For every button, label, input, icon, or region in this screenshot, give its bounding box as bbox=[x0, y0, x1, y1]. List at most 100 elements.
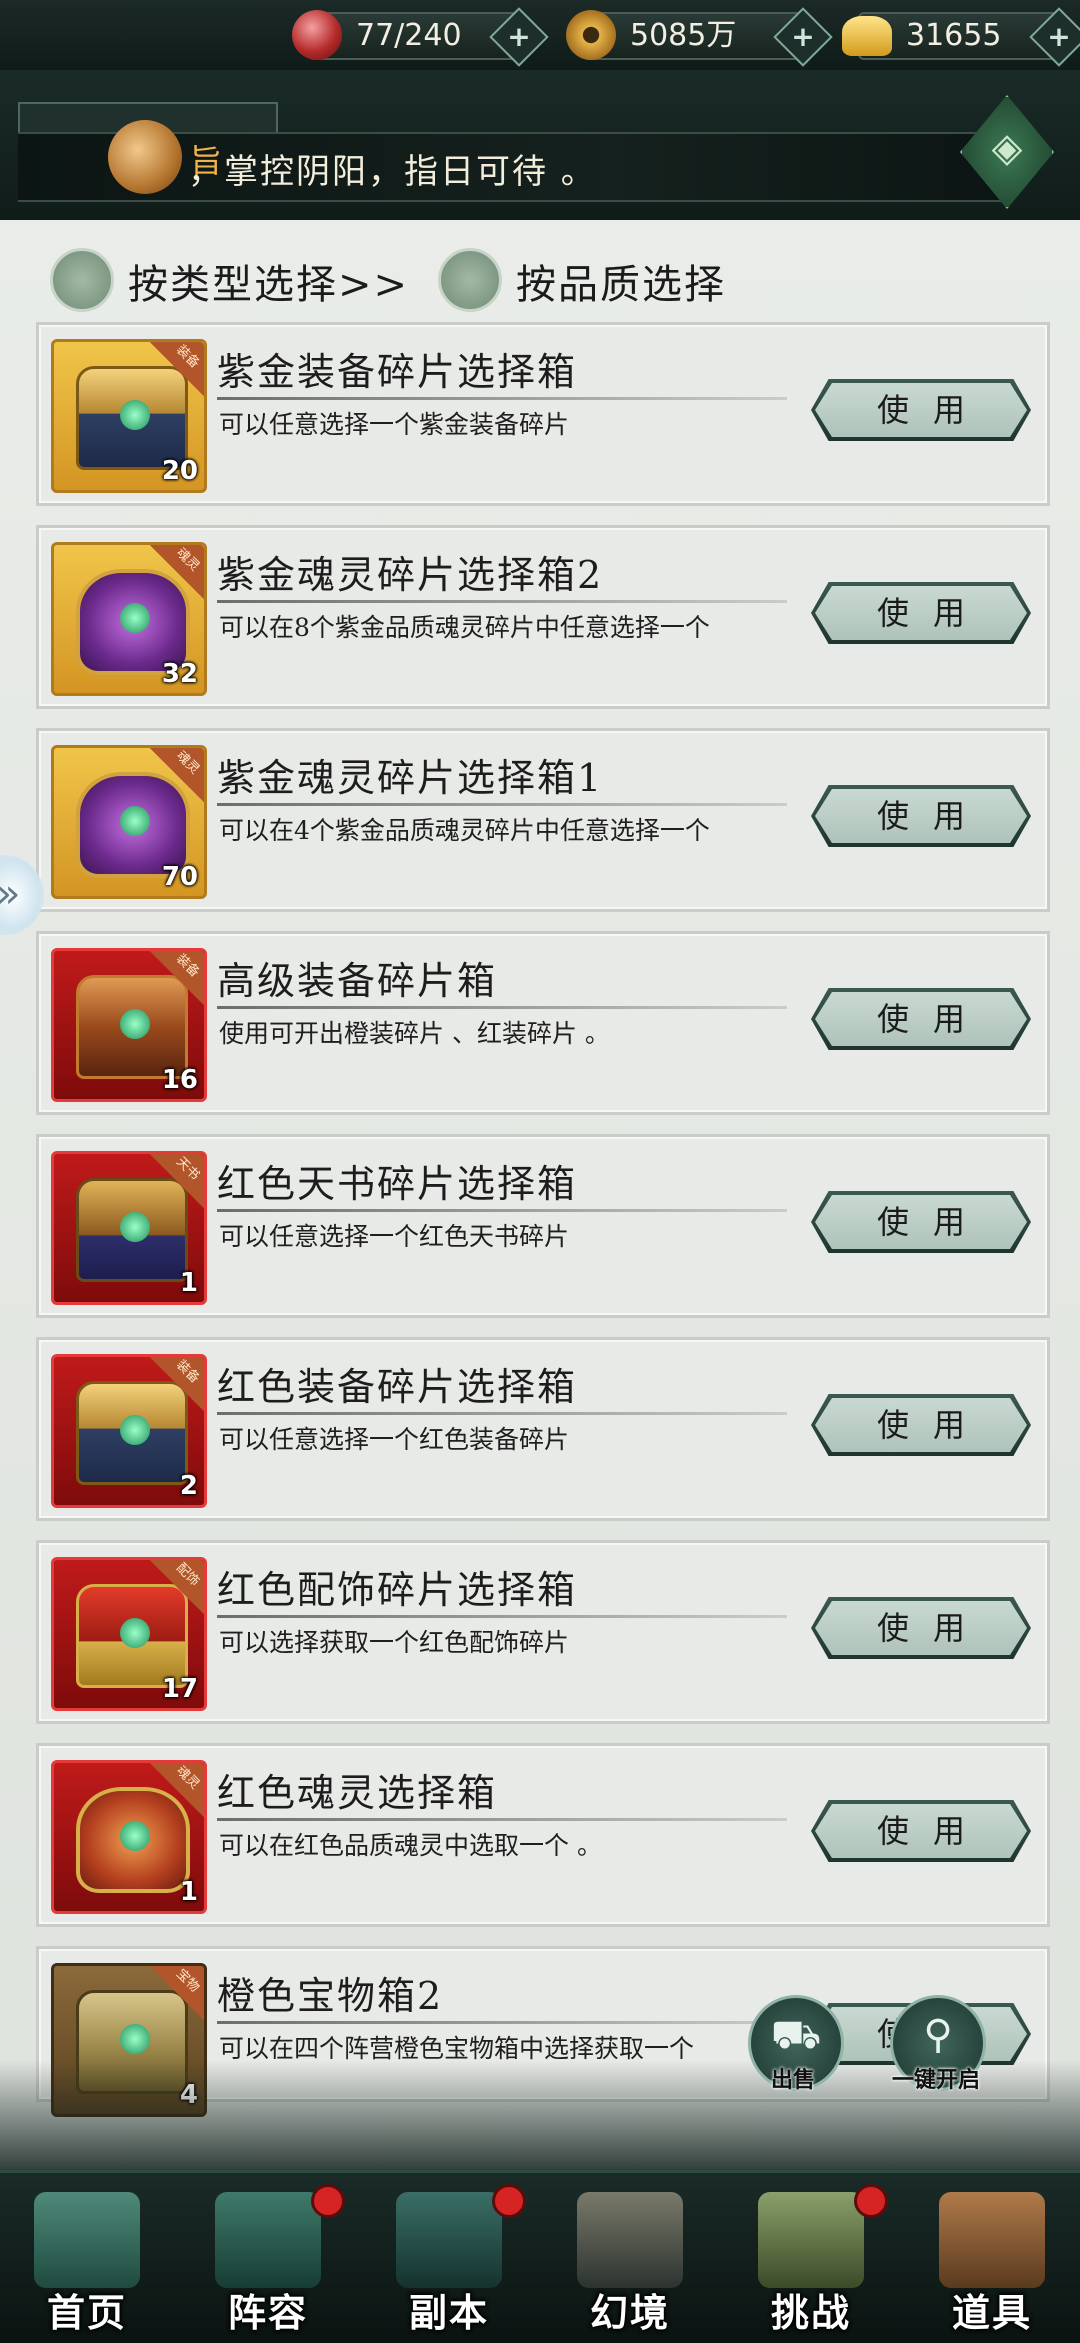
nav-item[interactable]: 副本 bbox=[374, 2170, 526, 2340]
category-tag-text: 装备 bbox=[173, 1357, 203, 1387]
nav-label: 幻境 bbox=[589, 2290, 670, 2335]
use-button-label: 使用 bbox=[876, 1000, 989, 1038]
nav-item[interactable]: 幻境 bbox=[555, 2170, 705, 2340]
plus-icon: + bbox=[507, 20, 531, 53]
item-row: 装备 20 紫金装备碎片选择箱 可以任意选择一个紫金装备碎片 使用 bbox=[36, 322, 1050, 506]
gem-icon bbox=[120, 1821, 150, 1851]
coin-resource: 5085万 + bbox=[566, 7, 833, 67]
item-name: 红色装备碎片选择箱 bbox=[217, 1365, 578, 1409]
use-button[interactable]: 使用 bbox=[811, 785, 1031, 847]
scroll-icon bbox=[215, 2192, 321, 2288]
stamina-resource: 77/240 + bbox=[292, 7, 549, 67]
notification-badge bbox=[311, 2184, 345, 2218]
marquee-text: ，掌控阴阳，指日可待 。 bbox=[188, 152, 597, 192]
nav-item[interactable]: 道具 bbox=[917, 2170, 1067, 2340]
add-stamina-button[interactable]: + bbox=[489, 7, 549, 67]
item-name: 高级装备碎片箱 bbox=[217, 959, 498, 1003]
add-coin-button[interactable]: + bbox=[773, 7, 833, 67]
use-button[interactable]: 使用 bbox=[811, 1597, 1031, 1659]
double-chevron-right-icon: » bbox=[0, 871, 20, 917]
nav-item[interactable]: 阵容 bbox=[193, 2170, 345, 2340]
divider bbox=[217, 803, 787, 806]
use-button[interactable]: 使用 bbox=[811, 1394, 1031, 1456]
ingot-value: 31655 bbox=[906, 18, 1002, 53]
coin-value: 5085万 bbox=[630, 18, 737, 53]
item-thumbnail[interactable]: 魂灵 32 bbox=[51, 542, 207, 696]
nav-label: 首页 bbox=[46, 2290, 127, 2335]
item-thumbnail[interactable]: 天书 1 bbox=[51, 1151, 207, 1305]
category-tag: 配饰 bbox=[150, 1560, 204, 1614]
magnifier-icon: ⚲ bbox=[923, 2012, 953, 2058]
use-button[interactable]: 使用 bbox=[811, 1800, 1031, 1862]
item-quantity: 20 bbox=[161, 456, 198, 486]
cart-icon: ⛟ bbox=[770, 2012, 822, 2058]
category-tag: 魂灵 bbox=[150, 545, 204, 599]
filter-by-type-label: 按类型选择>> bbox=[128, 262, 410, 308]
item-thumbnail[interactable]: 装备 20 bbox=[51, 339, 207, 493]
item-quantity: 2 bbox=[179, 1471, 198, 1501]
item-description: 可以任意选择一个红色装备碎片 bbox=[219, 1425, 570, 1454]
use-button[interactable]: 使用 bbox=[811, 1191, 1031, 1253]
notification-badge bbox=[854, 2184, 888, 2218]
use-button-label: 使用 bbox=[876, 1812, 989, 1850]
item-thumbnail[interactable]: 装备 2 bbox=[51, 1354, 207, 1508]
category-tag: 装备 bbox=[150, 951, 204, 1005]
category-tag: 魂灵 bbox=[150, 748, 204, 802]
horn-icon bbox=[108, 120, 182, 194]
pagoda-icon bbox=[34, 2192, 140, 2288]
item-thumbnail[interactable]: 魂灵 70 bbox=[51, 745, 207, 899]
item-description: 可以选择获取一个红色配饰碎片 bbox=[219, 1628, 570, 1657]
item-name: 红色配饰碎片选择箱 bbox=[217, 1568, 578, 1612]
filter-by-type[interactable]: 按类型选择>> bbox=[50, 238, 430, 318]
open-all-label: 一键开启 bbox=[891, 2068, 980, 2093]
filter-by-quality-label: 按品质选择 bbox=[516, 262, 726, 308]
item-description: 使用可开出橙装碎片 、红装碎片 。 bbox=[219, 1019, 610, 1048]
gem-icon bbox=[120, 400, 150, 430]
item-description: 可以在4个紫金品质魂灵碎片中任意选择一个 bbox=[219, 816, 710, 845]
bag-icon bbox=[939, 2192, 1045, 2288]
divider bbox=[217, 397, 787, 400]
resource-bar: 77/240 + 5085万 + 31655 + bbox=[0, 0, 1080, 70]
item-quantity: 70 bbox=[161, 862, 198, 892]
use-button-label: 使用 bbox=[876, 1406, 989, 1444]
use-button[interactable]: 使用 bbox=[811, 988, 1031, 1050]
category-tag-text: 宝物 bbox=[173, 1966, 203, 1996]
item-quantity: 1 bbox=[179, 1268, 198, 1298]
item-row: 配饰 17 红色配饰碎片选择箱可以选择获取一个红色配饰碎片 使用 bbox=[36, 1540, 1050, 1724]
item-thumbnail[interactable]: 装备 16 bbox=[51, 948, 207, 1102]
stamina-orb-icon bbox=[292, 10, 342, 60]
gem-icon bbox=[120, 2024, 150, 2054]
category-tag: 装备 bbox=[150, 1357, 204, 1411]
nav-item[interactable]: 挑战 bbox=[736, 2170, 888, 2340]
item-quantity: 1 bbox=[179, 1877, 198, 1907]
gem-icon bbox=[120, 1009, 150, 1039]
filter-by-quality[interactable]: 按品质选择 bbox=[438, 238, 758, 318]
category-tag: 魂灵 bbox=[150, 1763, 204, 1817]
item-thumbnail[interactable]: 配饰 17 bbox=[51, 1557, 207, 1711]
use-button[interactable]: 使用 bbox=[811, 582, 1031, 644]
gem-icon bbox=[120, 1212, 150, 1242]
item-row: 天书 1 红色天书碎片选择箱 可以任意选择一个红色天书碎片 使用 bbox=[36, 1134, 1050, 1318]
nav-item[interactable]: 首页 bbox=[12, 2170, 162, 2340]
category-tag-text: 配饰 bbox=[173, 1560, 203, 1590]
nav-label: 副本 bbox=[408, 2290, 489, 2335]
item-row: 装备 16 高级装备碎片箱使用可开出橙装碎片 、红装碎片 。 使用 bbox=[36, 931, 1050, 1115]
crossed-swords-icon bbox=[577, 2192, 683, 2288]
add-ingot-button[interactable]: + bbox=[1029, 7, 1080, 67]
use-button-label: 使用 bbox=[876, 594, 989, 632]
nav-label: 道具 bbox=[951, 2290, 1032, 2335]
category-tag-text: 天书 bbox=[173, 1154, 203, 1184]
divider bbox=[217, 1412, 787, 1415]
gem-icon bbox=[120, 806, 150, 836]
nav-label: 阵容 bbox=[227, 2290, 308, 2335]
sell-label: 出售 bbox=[770, 2068, 815, 2093]
item-thumbnail[interactable]: 魂灵 1 bbox=[51, 1760, 207, 1914]
divider bbox=[217, 2021, 787, 2024]
use-button[interactable]: 使用 bbox=[811, 379, 1031, 441]
plus-icon: + bbox=[791, 20, 815, 53]
divider bbox=[217, 600, 787, 603]
category-tag-text: 魂灵 bbox=[173, 545, 203, 575]
divider bbox=[217, 1818, 787, 1821]
item-row: 魂灵 32 紫金魂灵碎片选择箱2 可以在8个紫金品质魂灵碎片中任意选择一个 使用 bbox=[36, 525, 1050, 709]
use-button-label: 使用 bbox=[876, 1609, 989, 1647]
